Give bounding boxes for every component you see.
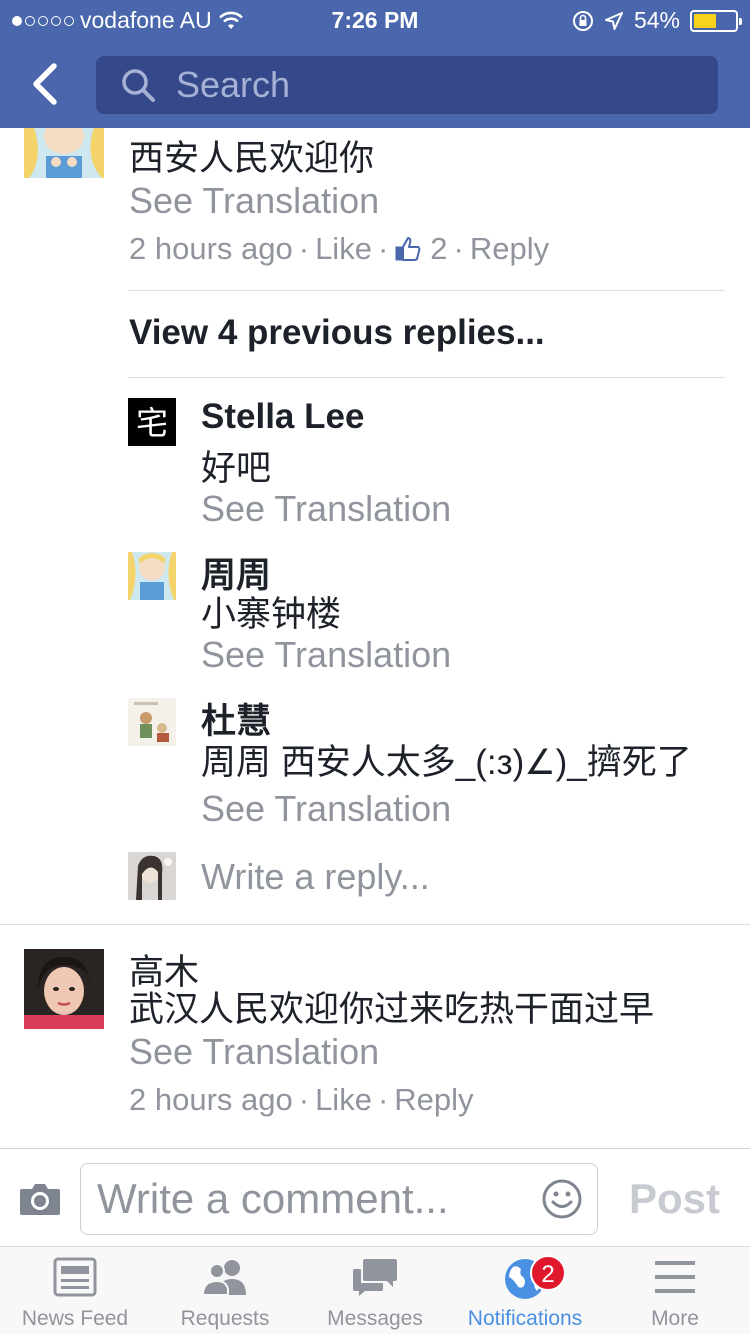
view-previous-replies-link[interactable]: View 4 previous replies... [129,313,545,353]
comment-timestamp: 2 hours ago [129,1082,293,1117]
see-translation-link[interactable]: See Translation [201,788,451,830]
commenter-avatar[interactable] [24,949,104,1029]
tab-label: Messages [327,1307,423,1330]
tab-messages[interactable]: Messages [300,1247,450,1334]
search-input[interactable] [176,64,676,106]
tab-news-feed[interactable]: News Feed [0,1247,150,1334]
reply-avatar[interactable] [128,552,176,600]
tab-more[interactable]: More [600,1247,750,1334]
comment-actions: 2 hours ago · Like · Reply [129,1082,474,1118]
commenter-avatar[interactable] [24,128,104,178]
emoji-smiley-icon[interactable] [541,1178,583,1220]
divider [128,290,725,291]
write-reply-field[interactable]: Write a reply... [201,856,430,898]
reply-link[interactable]: Reply [470,231,549,267]
friend-requests-icon [201,1260,246,1296]
reply-avatar[interactable] [128,698,176,746]
bottom-tab-bar: News Feed Requests Messages 2 Notificati… [0,1246,750,1334]
comment-input[interactable] [97,1174,527,1224]
thumbs-up-icon [395,237,421,261]
tab-label: Notifications [467,1307,583,1330]
reply-text: 好吧 [201,449,272,488]
reply-text: 周周 西安人太多_(:з)∠)_擠死了 [201,743,692,782]
comment-field[interactable] [80,1163,598,1235]
comment-timestamp: 2 hours ago [129,231,293,266]
comment-composer: Post [0,1148,750,1246]
messages-icon [353,1259,397,1296]
news-feed-icon [53,1257,97,1297]
reply-author[interactable]: Stella Lee [201,397,364,437]
comment-text: 西安人民欢迎你 [129,139,375,178]
own-avatar [128,852,176,900]
status-right: 54% [572,7,742,34]
tab-label: Requests [180,1307,270,1330]
search-icon [122,69,155,102]
notification-count-badge: 2 [530,1255,566,1291]
reply-text: 小寨钟楼 [201,595,342,634]
tab-label: More [651,1307,699,1330]
svg-text:宅: 宅 [136,404,168,442]
back-button[interactable] [28,62,64,106]
tab-label: News Feed [21,1307,129,1330]
status-bar: vodafone AU 7:26 PM 54% [0,0,750,42]
divider [128,377,725,378]
see-translation-link[interactable]: See Translation [201,634,451,676]
comment-text: 武汉人民欢迎你过来吃热干面过早 [129,990,655,1029]
comment-actions: 2 hours ago · Like · 2 · Reply [129,231,550,267]
see-translation-link[interactable]: See Translation [129,180,379,222]
tab-notifications[interactable]: 2 Notifications [450,1247,600,1334]
like-link[interactable]: Like [315,1082,372,1118]
location-arrow-icon [604,11,623,30]
camera-icon[interactable] [18,1181,62,1217]
like-link[interactable]: Like [315,231,372,267]
battery-icon [690,9,742,32]
chevron-left-icon [33,63,57,105]
reply-avatar[interactable]: 宅 [128,398,176,446]
hamburger-menu-icon [655,1261,695,1293]
top-bar: vodafone AU 7:26 PM 54% [0,0,750,128]
search-bar[interactable] [96,56,718,114]
see-translation-link[interactable]: See Translation [129,1031,379,1073]
tab-requests[interactable]: Requests [150,1247,300,1334]
like-count: 2 [430,231,448,266]
divider [0,924,750,925]
orientation-lock-icon [572,10,593,31]
reply-link[interactable]: Reply [394,1082,473,1118]
post-button[interactable]: Post [629,1175,720,1223]
see-translation-link[interactable]: See Translation [201,488,451,530]
battery-percent: 54% [633,7,680,33]
